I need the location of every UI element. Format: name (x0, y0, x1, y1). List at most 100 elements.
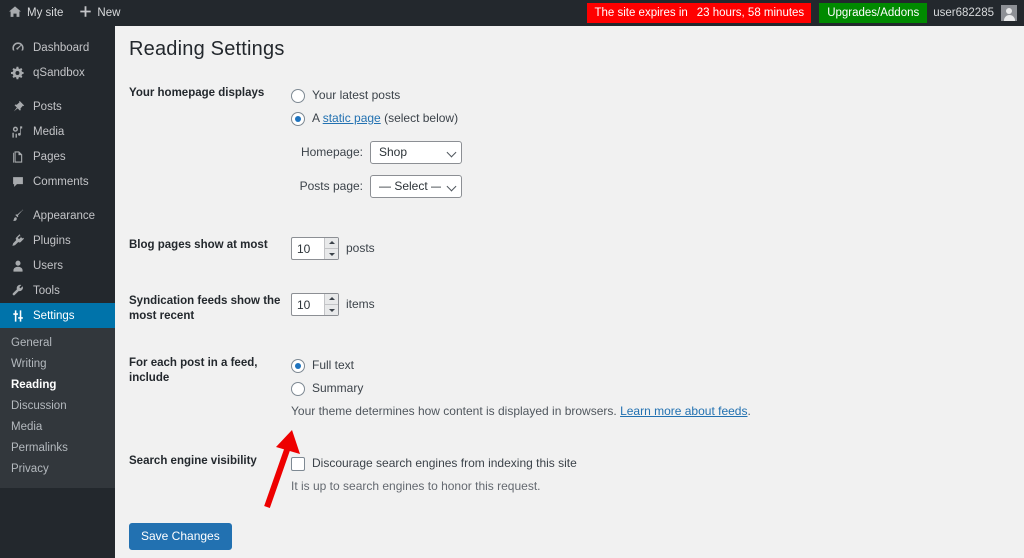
syndication-number-field[interactable] (291, 293, 339, 316)
sidebar-item-users[interactable]: Users (0, 253, 115, 278)
label-syndication-feeds: Syndication feeds show the most recent (129, 295, 281, 322)
site-expiry-prefix: The site expires in (594, 7, 688, 19)
admin-bar-new-label: New (97, 7, 121, 19)
learn-more-about-feeds-link[interactable]: Learn more about feeds (620, 404, 747, 418)
sidebar-item-tools[interactable]: Tools (0, 278, 115, 303)
field-blog-pages: posts (291, 230, 761, 270)
row-spacer-3 (129, 332, 761, 348)
submenu-item-discussion[interactable]: Discussion (0, 396, 115, 417)
sidebar-item-label: Media (33, 125, 65, 138)
homepage-select[interactable]: Shop (370, 141, 462, 164)
admin-bar-my-site[interactable]: My site (0, 0, 71, 26)
blog-pages-number-field[interactable] (291, 237, 339, 260)
syndication-input[interactable] (292, 294, 324, 315)
posts-page-select-wrap[interactable]: — Select — (370, 175, 462, 198)
row-spacer-2 (129, 270, 761, 286)
field-feed-include: Full text Summary Your theme determines … (291, 348, 761, 430)
submenu-item-reading[interactable]: Reading (0, 375, 115, 396)
row-blog-pages: Blog pages show at most posts (129, 230, 761, 270)
spinner-down-icon[interactable] (325, 248, 338, 259)
row-homepage-displays: Your homepage displays Your latest posts… (129, 78, 761, 214)
feed-include-hint: Your theme determines how content is dis… (291, 403, 751, 420)
submenu-item-media[interactable]: Media (0, 417, 115, 438)
radio-summary-circle[interactable] (291, 381, 305, 396)
discourage-search-engines-checkbox[interactable] (291, 456, 305, 471)
radio-latest-posts-label: Your latest posts (312, 88, 401, 102)
label-search-engine-visibility: Search engine visibility (129, 455, 257, 467)
admin-bar-account[interactable]: user682285 (933, 5, 1024, 21)
posts-page-select[interactable]: — Select — (370, 175, 462, 198)
blog-pages-spinner[interactable] (324, 238, 338, 259)
radio-full-text-circle[interactable] (291, 358, 305, 373)
blog-pages-input-row: posts (291, 237, 751, 260)
posts-page-select-label: Posts page: (299, 179, 363, 193)
sidebar-item-plugins[interactable]: Plugins (0, 228, 115, 253)
site-expiry-time: 23 hours, 58 minutes (696, 7, 805, 19)
upgrades-addons-label: Upgrades/Addons (827, 7, 920, 19)
sidebar-item-label: Users (33, 259, 64, 272)
admin-bar: My site New The site expires in 23 hours… (0, 0, 1024, 26)
homepage-select-wrap[interactable]: Shop (370, 141, 462, 164)
pin-icon (9, 98, 27, 116)
submenu-item-general[interactable]: General (0, 333, 115, 354)
blog-pages-input[interactable] (292, 238, 324, 259)
sidebar-item-media[interactable]: Media (0, 119, 115, 144)
wrench-icon (9, 282, 27, 300)
blog-pages-unit: posts (346, 241, 375, 255)
syndication-input-row: items (291, 293, 751, 316)
site-expiry-notice: The site expires in 23 hours, 58 minutes (587, 3, 812, 23)
syndication-unit: items (346, 297, 375, 311)
sidebar-item-appearance[interactable]: Appearance (0, 203, 115, 228)
comment-bubble-icon (9, 173, 27, 191)
plug-icon (9, 232, 27, 250)
admin-bar-new[interactable]: New (71, 0, 128, 26)
row-feed-include: For each post in a feed, include Full te… (129, 348, 761, 430)
reading-settings-form: Your homepage displays Your latest posts… (129, 78, 761, 505)
sidebar-item-comments[interactable]: Comments (0, 169, 115, 194)
sidebar-item-settings[interactable]: Settings (0, 303, 123, 328)
sidebar-item-label: Appearance (33, 209, 96, 222)
sidebar-item-label: Comments (33, 175, 89, 188)
feed-hint-suffix: . (747, 404, 751, 418)
sidebar-item-label: Plugins (33, 234, 71, 247)
sidebar-item-posts[interactable]: Posts (0, 94, 115, 119)
save-changes-button[interactable]: Save Changes (129, 523, 232, 550)
admin-sidebar: Dashboard qSandbox Posts Media Pages Com… (0, 26, 123, 558)
upgrades-addons-button[interactable]: Upgrades/Addons (819, 3, 928, 23)
spinner-down-icon[interactable] (325, 304, 338, 315)
radio-full-text[interactable]: Full text (291, 357, 751, 374)
radio-latest-posts-circle[interactable] (291, 88, 305, 103)
admin-bar-my-site-label: My site (27, 7, 64, 19)
sidebar-item-pages[interactable]: Pages (0, 144, 115, 169)
radio-your-latest-posts[interactable]: Your latest posts (291, 87, 751, 104)
radio-summary[interactable]: Summary (291, 380, 751, 397)
radio-static-page-label: A static page (select below) (312, 110, 458, 127)
discourage-search-engines-row[interactable]: Discourage search engines from indexing … (291, 455, 751, 472)
label-homepage-displays: Your homepage displays (129, 87, 265, 99)
sidebar-item-dashboard[interactable]: Dashboard (0, 35, 115, 60)
syndication-spinner[interactable] (324, 294, 338, 315)
radio-static-page[interactable]: A static page (select below) (291, 110, 751, 127)
home-icon (8, 5, 22, 22)
sidebar-separator-1 (0, 85, 115, 94)
radio-summary-label: Summary (312, 381, 364, 395)
homepage-select-label: Homepage: (300, 145, 363, 159)
submenu-item-permalinks[interactable]: Permalinks (0, 438, 115, 459)
sidebar-item-qsandbox[interactable]: qSandbox (0, 60, 115, 85)
field-search-engine-visibility: Discourage search engines from indexing … (291, 446, 761, 505)
page-title: Reading Settings (129, 38, 285, 60)
paintbrush-icon (9, 207, 27, 225)
submenu-item-writing[interactable]: Writing (0, 354, 115, 375)
label-feed-include: For each post in a feed, include (129, 357, 258, 384)
sidebar-item-label: Pages (33, 150, 66, 163)
static-page-link[interactable]: static page (323, 111, 381, 125)
radio-static-page-circle[interactable] (291, 111, 305, 126)
user-avatar-icon (1001, 5, 1017, 21)
settings-submenu: General Writing Reading Discussion Media… (0, 328, 115, 488)
sidebar-item-label: Settings (33, 309, 75, 322)
sidebar-item-label: Tools (33, 284, 60, 297)
spinner-up-icon[interactable] (325, 238, 338, 249)
spinner-up-icon[interactable] (325, 294, 338, 305)
plus-icon (79, 5, 92, 21)
submenu-item-privacy[interactable]: Privacy (0, 459, 115, 480)
